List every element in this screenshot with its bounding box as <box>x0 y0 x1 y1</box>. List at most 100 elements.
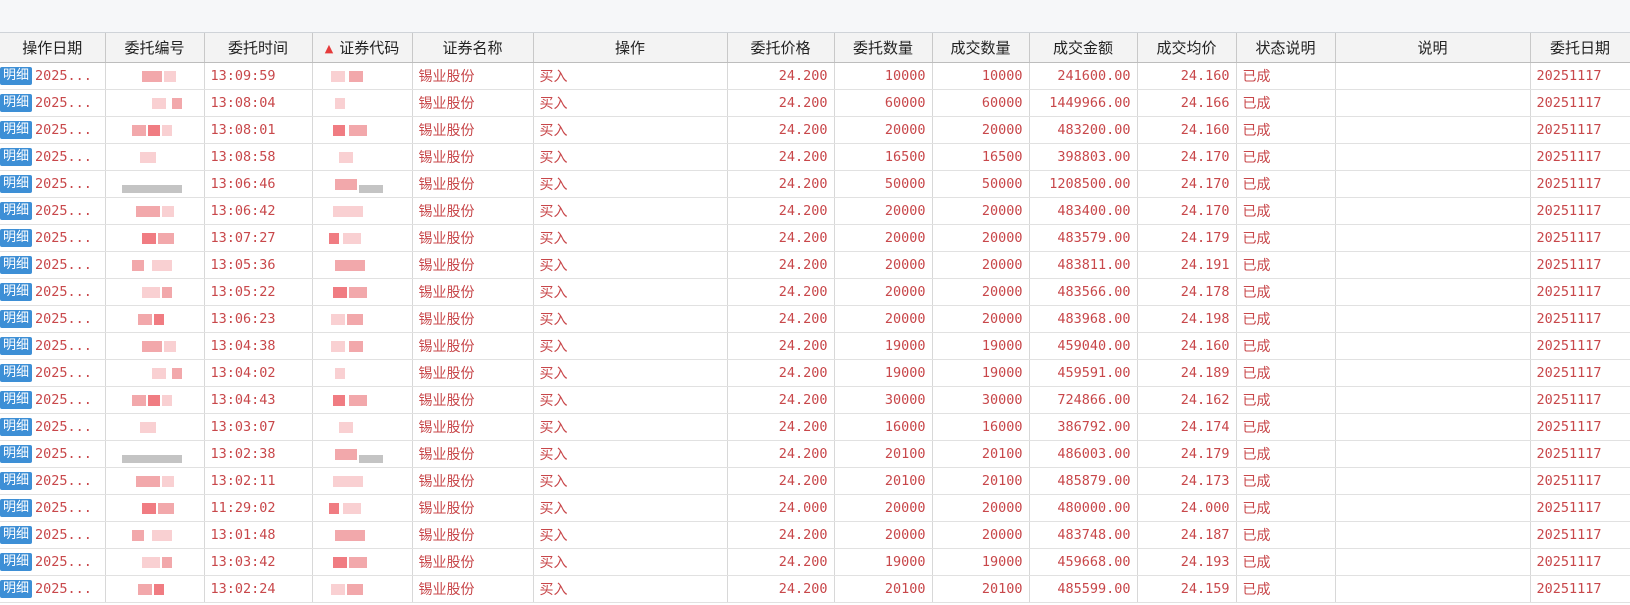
col-header-filled-qty[interactable]: 成交数量 <box>932 33 1030 63</box>
col-header-qty[interactable]: 委托数量 <box>834 33 933 63</box>
time-cell: 13:06:46 <box>204 170 313 198</box>
price-cell: 24.200 <box>727 467 835 495</box>
detail-button[interactable]: 明细 <box>0 553 33 571</box>
price-cell: 24.200 <box>727 251 835 279</box>
avg-price-cell: 24.187 <box>1137 521 1237 549</box>
name-cell: 锡业股份 <box>412 62 534 90</box>
detail-button[interactable]: 明细 <box>0 175 33 193</box>
table-row[interactable]: 明细 2025... 13:07:27 锡业股份 买入 24.200 20000 20000 4… <box>0 224 1630 252</box>
price-cell: 24.200 <box>727 62 835 90</box>
code-cell <box>312 62 413 90</box>
op-date-text: 2025... <box>35 473 92 489</box>
detail-button[interactable]: 明细 <box>0 94 33 112</box>
note-cell <box>1335 359 1531 387</box>
col-header-status[interactable]: 状态说明 <box>1236 33 1336 63</box>
table-row[interactable]: 明细 2025... 13:08:58 锡业股份 买入 24.200 16500 16500 3… <box>0 143 1630 171</box>
col-header-time[interactable]: 委托时间 <box>204 33 313 63</box>
avg-price-cell: 24.189 <box>1137 359 1237 387</box>
detail-button[interactable]: 明细 <box>0 148 33 166</box>
detail-button[interactable]: 明细 <box>0 445 33 463</box>
col-header-action[interactable]: 操作 <box>533 33 728 63</box>
table-row[interactable]: 明细 2025... 13:05:36 锡业股份 买入 24.200 20000 20000 4… <box>0 251 1630 279</box>
table-row[interactable]: 明细 2025... 13:04:43 锡业股份 买入 24.200 30000 30000 7… <box>0 386 1630 414</box>
detail-button[interactable]: 明细 <box>0 229 33 247</box>
col-header-entrust-date[interactable]: 委托日期 <box>1530 33 1630 63</box>
entrust-date-cell: 20251117 <box>1530 494 1630 522</box>
detail-button[interactable]: 明细 <box>0 526 33 544</box>
detail-button[interactable]: 明细 <box>0 202 33 220</box>
detail-button[interactable]: 明细 <box>0 310 33 328</box>
detail-button[interactable]: 明细 <box>0 391 33 409</box>
table-row[interactable]: 明细 2025... 13:03:42 锡业股份 买入 24.200 19000 19000 4… <box>0 548 1630 576</box>
entrust-no-cell <box>105 467 205 495</box>
detail-button[interactable]: 明细 <box>0 580 33 598</box>
entrust-no-cell <box>105 386 205 414</box>
col-header-code[interactable]: ▲ 证券代码 <box>312 33 413 63</box>
detail-button[interactable]: 明细 <box>0 283 33 301</box>
detail-button[interactable]: 明细 <box>0 418 33 436</box>
price-cell: 24.200 <box>727 359 835 387</box>
entrust-no-cell <box>105 62 205 90</box>
table-row[interactable]: 明细 2025... 13:01:48 锡业股份 买入 24.200 20000 20000 4… <box>0 521 1630 549</box>
detail-button[interactable]: 明细 <box>0 256 33 274</box>
table-row[interactable]: 明细 2025... 13:06:42 锡业股份 买入 24.200 20000 20000 4… <box>0 197 1630 225</box>
qty-cell: 19000 <box>834 332 933 360</box>
col-header-op-date[interactable]: 操作日期 <box>0 33 106 63</box>
filled-qty-cell: 50000 <box>932 170 1030 198</box>
note-cell <box>1335 62 1531 90</box>
filled-qty-cell: 20100 <box>932 575 1030 603</box>
col-header-entrust-no[interactable]: 委托编号 <box>105 33 205 63</box>
table-row[interactable]: 明细 2025... 13:02:11 锡业股份 买入 24.200 20100 20100 4… <box>0 467 1630 495</box>
entrust-date-cell: 20251117 <box>1530 170 1630 198</box>
table-row[interactable]: 明细 2025... 13:06:46 锡业股份 买入 24.200 50000 50000 1… <box>0 170 1630 198</box>
table-row[interactable]: 明细 2025... 13:05:22 锡业股份 买入 24.200 20000 20000 4… <box>0 278 1630 306</box>
detail-button[interactable]: 明细 <box>0 472 33 490</box>
filled-qty-cell: 10000 <box>932 62 1030 90</box>
op-date-text: 2025... <box>35 581 92 597</box>
detail-button[interactable]: 明细 <box>0 499 33 517</box>
time-cell: 13:08:58 <box>204 143 313 171</box>
status-cell: 已成 <box>1236 332 1336 360</box>
redacted-code <box>319 387 406 413</box>
col-header-note[interactable]: 说明 <box>1335 33 1531 63</box>
col-header-price[interactable]: 委托价格 <box>727 33 835 63</box>
header-row: 操作日期 委托编号 委托时间 ▲ 证券代码 证券名称 操作 委托价格 委托数量 成… <box>0 33 1630 63</box>
amount-cell: 1449966.00 <box>1029 89 1138 117</box>
op-date-cell: 明细 2025... <box>0 116 106 144</box>
table-row[interactable]: 明细 2025... 13:04:02 锡业股份 买入 24.200 19000 19000 4… <box>0 359 1630 387</box>
detail-button[interactable]: 明细 <box>0 67 33 85</box>
table-row[interactable]: 明细 2025... 13:09:59 锡业股份 买入 24.200 10000 10000 2… <box>0 62 1630 90</box>
qty-cell: 20100 <box>834 440 933 468</box>
action-cell: 买入 <box>533 278 728 306</box>
qty-cell: 20100 <box>834 467 933 495</box>
table-row[interactable]: 明细 2025... 11:29:02 锡业股份 买入 24.000 20000 20000 4… <box>0 494 1630 522</box>
header-label: 证券代码 <box>339 39 400 57</box>
redacted-entrust-no <box>112 63 198 89</box>
table-row[interactable]: 明细 2025... 13:08:04 锡业股份 买入 24.200 60000 60000 1… <box>0 89 1630 117</box>
price-cell: 24.200 <box>727 89 835 117</box>
entrust-no-cell <box>105 575 205 603</box>
table-row[interactable]: 明细 2025... 13:03:07 锡业股份 买入 24.200 16000 16000 3… <box>0 413 1630 441</box>
table-row[interactable]: 明细 2025... 13:02:38 锡业股份 买入 24.200 20100 20100 4… <box>0 440 1630 468</box>
table-row[interactable]: 明细 2025... 13:06:23 锡业股份 买入 24.200 20000 20000 4… <box>0 305 1630 333</box>
detail-button[interactable]: 明细 <box>0 364 33 382</box>
col-header-name[interactable]: 证券名称 <box>412 33 534 63</box>
table-row[interactable]: 明细 2025... 13:02:24 锡业股份 买入 24.200 20100 20100 4… <box>0 575 1630 603</box>
avg-price-cell: 24.179 <box>1137 224 1237 252</box>
col-header-avg-price[interactable]: 成交均价 <box>1137 33 1237 63</box>
col-header-amount[interactable]: 成交金额 <box>1029 33 1138 63</box>
table-row[interactable]: 明细 2025... 13:08:01 锡业股份 买入 24.200 20000 20000 4… <box>0 116 1630 144</box>
detail-button[interactable]: 明细 <box>0 121 33 139</box>
entrust-no-cell <box>105 197 205 225</box>
header-label: 状态说明 <box>1255 39 1316 57</box>
table-row[interactable]: 明细 2025... 13:04:38 锡业股份 买入 24.200 19000 19000 4… <box>0 332 1630 360</box>
op-date-text: 2025... <box>35 122 92 138</box>
action-cell: 买入 <box>533 494 728 522</box>
avg-price-cell: 24.160 <box>1137 332 1237 360</box>
name-cell: 锡业股份 <box>412 305 534 333</box>
avg-price-cell: 24.162 <box>1137 386 1237 414</box>
filled-qty-cell: 19000 <box>932 332 1030 360</box>
detail-button[interactable]: 明细 <box>0 337 33 355</box>
action-cell: 买入 <box>533 467 728 495</box>
orders-table: 操作日期 委托编号 委托时间 ▲ 证券代码 证券名称 操作 委托价格 委托数量 成… <box>0 33 1630 603</box>
